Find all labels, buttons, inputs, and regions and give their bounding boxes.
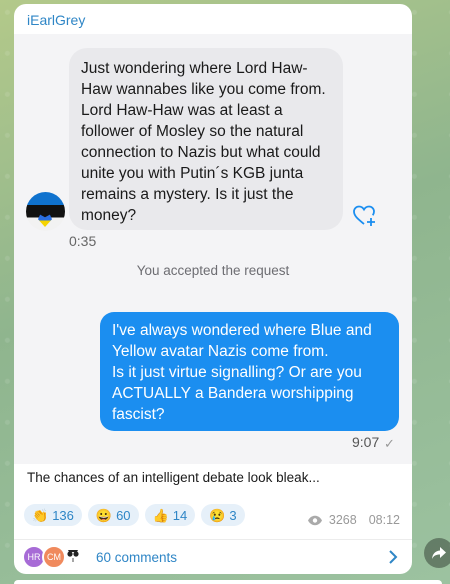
post-caption: The chances of an intelligent debate loo… [27,470,320,485]
system-note: You accepted the request [136,263,290,278]
avatar-initials: CM [47,552,61,562]
reaction-grin[interactable]: 😀 60 [87,504,139,526]
reaction-clap[interactable]: 👏 136 [24,504,82,526]
thumbs-up-emoji-icon: 👍 [152,507,169,523]
reaction-count: 136 [52,507,74,523]
post-time: 08:12 [368,513,400,527]
incoming-message-time: 0:35 [69,233,97,249]
comments-label: 60 comments [96,550,178,565]
reactions-bar: 👏 136 😀 60 👍 14 😢 3 [24,504,245,526]
reaction-count: 60 [116,507,131,523]
reaction-count: 14 [172,507,188,523]
outgoing-message-bubble: I've always wondered where Blue and Yell… [100,312,399,431]
incoming-message-bubble: Just wondering where Lord Haw-Haw wannab… [69,48,343,230]
post-sender-name[interactable]: iEarlGrey [27,12,85,28]
chevron-right-icon [389,550,398,564]
check-icon: ✓ [384,436,395,451]
reaction-thumbs-up[interactable]: 👍 14 [144,504,196,526]
outgoing-message-time: 9:07 [352,434,380,450]
grin-emoji-icon: 😀 [95,507,113,523]
reaction-count: 3 [229,507,237,523]
eye-icon [307,515,322,525]
avatar-initials: HR [27,552,41,562]
ukraine-heart-icon [38,214,52,227]
cry-emoji-icon: 😢 [209,507,226,523]
post-meta: 3268 08:12 [307,513,400,527]
clap-emoji-icon: 👏 [32,507,49,523]
comments-button[interactable]: HR CM 60 comments [14,540,412,574]
share-arrow-icon [432,547,446,559]
chat-screenshot-image[interactable]: Just wondering where Lord Haw-Haw wannab… [14,34,412,464]
incognito-avatar-icon [67,550,79,562]
estonian-flag-avatar [26,192,65,231]
share-button[interactable] [424,538,450,568]
channel-post: iEarlGrey Just wondering where Lord Haw-… [14,4,412,574]
outgoing-message-text: I've always wondered where Blue and Yell… [112,322,372,423]
reaction-cry[interactable]: 😢 3 [201,504,245,526]
heart-plus-icon [353,205,375,226]
commenter-avatar: CM [42,545,66,569]
view-count: 3268 [328,513,357,527]
next-post-edge [14,580,442,584]
